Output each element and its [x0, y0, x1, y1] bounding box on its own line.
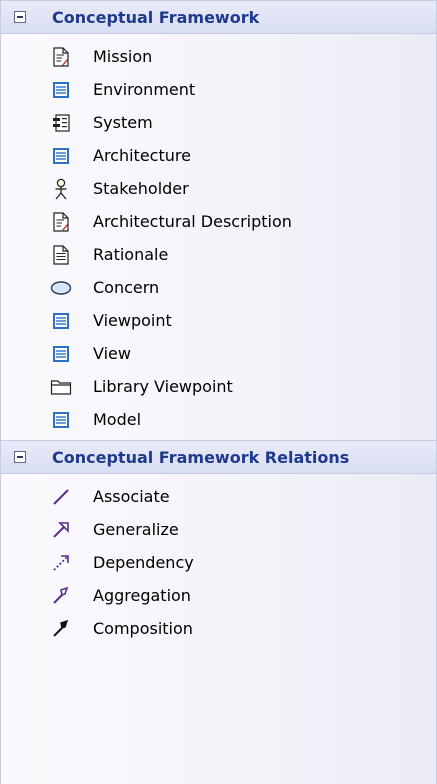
toolbox-item-viewpoint[interactable]: Viewpoint: [1, 304, 436, 337]
toolbox-item-environment[interactable]: Environment: [1, 73, 436, 106]
section-items-conceptual-framework-relations: Associate Generalize Dependency Aggregat…: [1, 474, 436, 649]
section-header-conceptual-framework-relations[interactable]: Conceptual Framework Relations: [1, 440, 436, 474]
component-icon: [49, 111, 73, 135]
class-element-icon: [49, 408, 73, 432]
toolbox-item-library-viewpoint[interactable]: Library Viewpoint: [1, 370, 436, 403]
section-items-conceptual-framework: Mission Environment System Architecture …: [1, 34, 436, 440]
item-label: Dependency: [93, 553, 194, 572]
collapse-minus-icon[interactable]: [14, 451, 26, 463]
toolbox-item-stakeholder[interactable]: Stakeholder: [1, 172, 436, 205]
item-label: Library Viewpoint: [93, 377, 233, 396]
aggregation-arrow-icon: [49, 584, 73, 608]
generalize-arrow-icon: [49, 518, 73, 542]
toolbox-item-associate[interactable]: Associate: [1, 480, 436, 513]
toolbox-item-generalize[interactable]: Generalize: [1, 513, 436, 546]
class-element-icon: [49, 309, 73, 333]
toolbox-item-architectural-description[interactable]: Architectural Description: [1, 205, 436, 238]
section-title: Conceptual Framework Relations: [52, 447, 350, 467]
item-label: Architectural Description: [93, 212, 292, 231]
toolbox-panel: Conceptual Framework Mission Environment…: [0, 0, 437, 784]
document-icon: [49, 243, 73, 267]
toolbox-item-dependency[interactable]: Dependency: [1, 546, 436, 579]
toolbox-item-system[interactable]: System: [1, 106, 436, 139]
document-artifact-icon: [49, 45, 73, 69]
toolbox-item-mission[interactable]: Mission: [1, 40, 436, 73]
actor-icon: [49, 177, 73, 201]
dependency-arrow-icon: [49, 551, 73, 575]
item-label: Associate: [93, 487, 170, 506]
item-label: Stakeholder: [93, 179, 189, 198]
item-label: Environment: [93, 80, 196, 99]
toolbox-item-composition[interactable]: Composition: [1, 612, 436, 645]
item-label: Architecture: [93, 146, 191, 165]
item-label: View: [93, 344, 131, 363]
section-title: Conceptual Framework: [52, 7, 260, 27]
toolbox-item-view[interactable]: View: [1, 337, 436, 370]
class-element-icon: [49, 144, 73, 168]
package-folder-icon: [49, 375, 73, 399]
item-label: Generalize: [93, 520, 179, 539]
document-artifact-icon: [49, 210, 73, 234]
collapse-minus-icon[interactable]: [14, 11, 26, 23]
item-label: Concern: [93, 278, 160, 297]
use-case-ellipse-icon: [49, 276, 73, 300]
toolbox-item-architecture[interactable]: Architecture: [1, 139, 436, 172]
item-label: System: [93, 113, 153, 132]
class-element-icon: [49, 78, 73, 102]
toolbox-item-aggregation[interactable]: Aggregation: [1, 579, 436, 612]
composition-arrow-icon: [49, 617, 73, 641]
item-label: Model: [93, 410, 142, 429]
toolbox-item-rationale[interactable]: Rationale: [1, 238, 436, 271]
toolbox-item-model[interactable]: Model: [1, 403, 436, 436]
class-element-icon: [49, 342, 73, 366]
item-label: Rationale: [93, 245, 169, 264]
associate-line-icon: [49, 485, 73, 509]
section-header-conceptual-framework[interactable]: Conceptual Framework: [1, 0, 436, 34]
item-label: Composition: [93, 619, 193, 638]
toolbox-item-concern[interactable]: Concern: [1, 271, 436, 304]
item-label: Aggregation: [93, 586, 191, 605]
item-label: Viewpoint: [93, 311, 172, 330]
item-label: Mission: [93, 47, 153, 66]
